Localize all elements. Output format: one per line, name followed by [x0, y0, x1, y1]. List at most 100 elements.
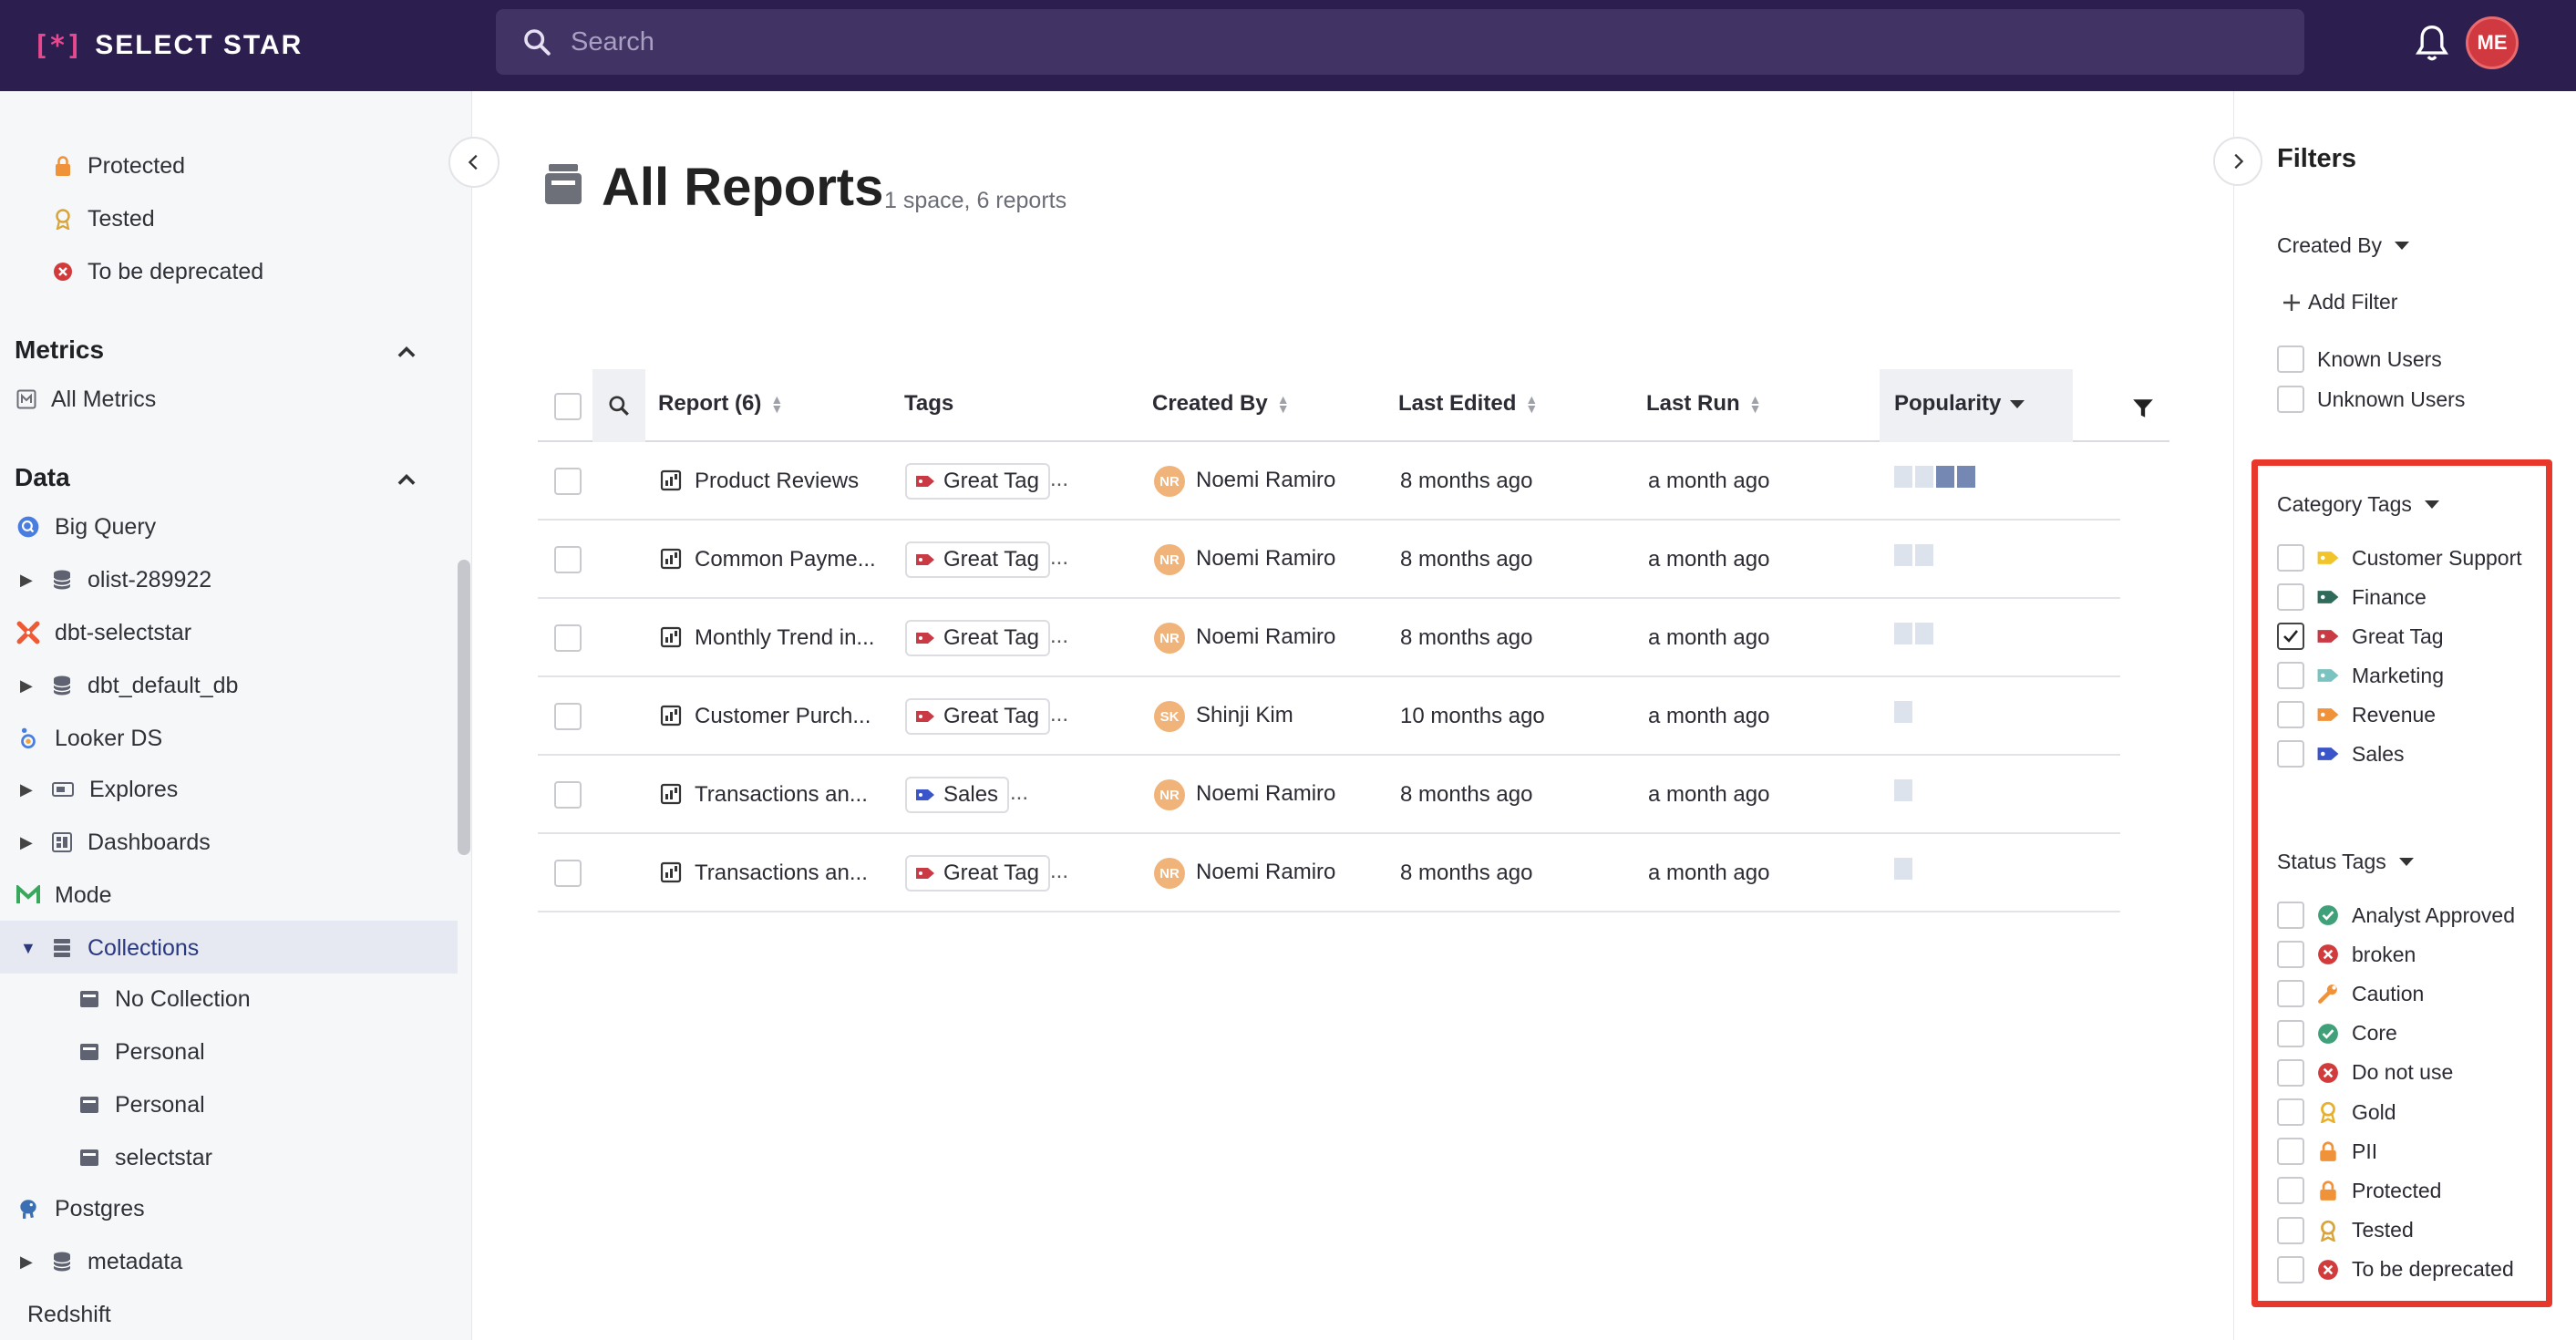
- row-checkbox[interactable]: [554, 546, 582, 573]
- more-tags-indicator[interactable]: ...: [1010, 780, 1028, 806]
- sidebar-item-dbt-default-db[interactable]: ▶ dbt_default_db: [20, 667, 238, 704]
- checkbox[interactable]: [2277, 583, 2304, 611]
- more-tags-indicator[interactable]: ...: [1050, 702, 1068, 727]
- data-section-header[interactable]: Data: [15, 463, 70, 492]
- filter-option-category-tag[interactable]: Marketing: [2277, 661, 2444, 690]
- filter-option-known-users[interactable]: Known Users: [2277, 345, 2442, 374]
- caret-right-icon[interactable]: ▶: [20, 833, 36, 852]
- filter-option-status-tag[interactable]: Caution: [2277, 979, 2424, 1008]
- caret-right-icon[interactable]: ▶: [20, 676, 36, 696]
- report-name-link[interactable]: Customer Purch...: [695, 704, 871, 729]
- global-search-bar[interactable]: [496, 9, 2304, 75]
- checkbox[interactable]: [2277, 623, 2304, 650]
- checkbox[interactable]: [2277, 902, 2304, 929]
- sidebar-item-big-query[interactable]: Big Query: [16, 509, 156, 545]
- filter-option-status-tag[interactable]: Gold: [2277, 1098, 2396, 1127]
- tag-chip[interactable]: Great Tag: [905, 698, 1050, 735]
- select-all-checkbox[interactable]: [554, 393, 582, 420]
- report-name-link[interactable]: Transactions an...: [695, 861, 868, 886]
- creator-name[interactable]: Noemi Ramiro: [1196, 624, 1335, 650]
- checkbox[interactable]: [2277, 1058, 2304, 1087]
- tag-chip[interactable]: Great Tag: [905, 463, 1050, 500]
- checkbox[interactable]: [2277, 1177, 2304, 1205]
- checkbox[interactable]: [2277, 1216, 2304, 1244]
- filter-option-status-tag[interactable]: To be deprecated: [2277, 1255, 2514, 1284]
- more-tags-indicator[interactable]: ...: [1050, 545, 1068, 571]
- user-avatar[interactable]: ME: [2466, 16, 2519, 69]
- sidebar-item-no-collection[interactable]: No Collection: [78, 981, 251, 1017]
- sidebar-scrollbar[interactable]: [458, 560, 470, 855]
- sidebar-item-explores[interactable]: ▶ Explores: [20, 771, 178, 808]
- checkbox[interactable]: [2277, 1098, 2304, 1126]
- checkbox[interactable]: [2277, 345, 2304, 373]
- more-tags-indicator[interactable]: ...: [1050, 859, 1068, 884]
- row-checkbox[interactable]: [554, 860, 582, 887]
- column-header-popularity[interactable]: Popularity: [1894, 391, 2025, 417]
- filter-option-status-tag[interactable]: Do not use: [2277, 1058, 2453, 1087]
- table-row[interactable]: Monthly Trend in... Great Tag... NR Noemi R…: [538, 599, 2120, 677]
- column-header-report[interactable]: Report (6) ▲ ▼: [658, 391, 783, 417]
- sidebar-item-postgres[interactable]: Postgres: [16, 1191, 145, 1227]
- sidebar-item-metadata[interactable]: ▶ metadata: [20, 1243, 182, 1280]
- sidebar-item-looker-ds[interactable]: Looker DS: [16, 720, 162, 757]
- filter-option-status-tag[interactable]: Tested: [2277, 1216, 2414, 1245]
- checkbox[interactable]: [2277, 941, 2304, 969]
- checkbox[interactable]: [2277, 1019, 2304, 1047]
- filter-option-category-tag[interactable]: Great Tag: [2277, 622, 2444, 651]
- search-input[interactable]: [571, 26, 2211, 57]
- sort-icon[interactable]: ▲ ▼: [1749, 393, 1762, 415]
- filter-option-category-tag[interactable]: Finance: [2277, 582, 2427, 612]
- sidebar-item-collections[interactable]: ▼ Collections: [20, 930, 199, 966]
- chevron-up-icon[interactable]: [394, 467, 419, 492]
- filter-option-status-tag[interactable]: broken: [2277, 940, 2416, 969]
- add-filter-button[interactable]: Add Filter: [2281, 290, 2397, 314]
- column-header-created-by[interactable]: Created By ▲ ▼: [1152, 391, 1290, 417]
- filter-option-status-tag[interactable]: Analyst Approved: [2277, 901, 2515, 930]
- creator-name[interactable]: Noemi Ramiro: [1196, 781, 1335, 807]
- metrics-section-header[interactable]: Metrics: [15, 335, 104, 365]
- table-row[interactable]: Product Reviews Great Tag... NR Noemi Ramir…: [538, 442, 2120, 521]
- sidebar-item-dbt-selectstar[interactable]: dbt-selectstar: [16, 614, 191, 651]
- caret-right-icon[interactable]: ▶: [20, 571, 36, 590]
- checkbox[interactable]: [2277, 980, 2304, 1008]
- caret-right-icon[interactable]: ▶: [20, 780, 36, 799]
- report-name-link[interactable]: Common Payme...: [695, 547, 876, 572]
- row-checkbox[interactable]: [554, 624, 582, 652]
- sidebar-item-selectstar[interactable]: selectstar: [78, 1139, 212, 1176]
- table-row[interactable]: Customer Purch... Great Tag... SK Shinji Ki…: [538, 677, 2120, 756]
- checkbox[interactable]: [2277, 740, 2304, 768]
- filter-option-category-tag[interactable]: Sales: [2277, 739, 2405, 768]
- sort-icon[interactable]: ▲ ▼: [770, 393, 783, 415]
- creator-name[interactable]: Noemi Ramiro: [1196, 546, 1335, 572]
- sidebar-item-all-metrics[interactable]: All Metrics: [16, 381, 156, 417]
- status-tags-filter-dropdown[interactable]: Status Tags: [2277, 850, 2414, 874]
- filter-option-status-tag[interactable]: PII: [2277, 1137, 2377, 1166]
- column-header-last-run[interactable]: Last Run ▲ ▼: [1646, 391, 1762, 417]
- caret-right-icon[interactable]: ▶: [20, 1252, 36, 1272]
- table-search-button[interactable]: [592, 369, 645, 442]
- checkbox[interactable]: [2277, 701, 2304, 728]
- sidebar-item-mode[interactable]: Mode: [16, 877, 112, 913]
- filter-option-status-tag[interactable]: Core: [2277, 1019, 2397, 1048]
- bell-icon[interactable]: [2414, 24, 2450, 64]
- collapse-sidebar-button[interactable]: [448, 137, 500, 188]
- checkbox[interactable]: [2277, 1138, 2304, 1166]
- row-checkbox[interactable]: [554, 468, 582, 495]
- tag-chip[interactable]: Great Tag: [905, 541, 1050, 578]
- row-checkbox[interactable]: [554, 703, 582, 730]
- report-name-link[interactable]: Monthly Trend in...: [695, 625, 874, 651]
- creator-name[interactable]: Noemi Ramiro: [1196, 860, 1335, 885]
- sidebar-item-protected[interactable]: Protected: [53, 148, 185, 184]
- report-name-link[interactable]: Product Reviews: [695, 469, 859, 494]
- sidebar-item-dashboards[interactable]: ▶ Dashboards: [20, 824, 211, 861]
- sort-icon[interactable]: ▲ ▼: [1277, 393, 1290, 415]
- filter-option-category-tag[interactable]: Revenue: [2277, 700, 2436, 729]
- checkbox[interactable]: [2277, 1255, 2304, 1283]
- sort-icon[interactable]: ▲ ▼: [1525, 393, 1538, 415]
- table-row[interactable]: Common Payme... Great Tag... NR Noemi Ramir…: [538, 521, 2120, 599]
- chevron-up-icon[interactable]: [394, 339, 419, 365]
- checkbox[interactable]: [2277, 662, 2304, 689]
- column-header-last-edited[interactable]: Last Edited ▲ ▼: [1398, 391, 1538, 417]
- sidebar-item-personal[interactable]: Personal: [78, 1034, 205, 1070]
- select-star-logo[interactable]: [*] SELECT STAR: [33, 26, 303, 66]
